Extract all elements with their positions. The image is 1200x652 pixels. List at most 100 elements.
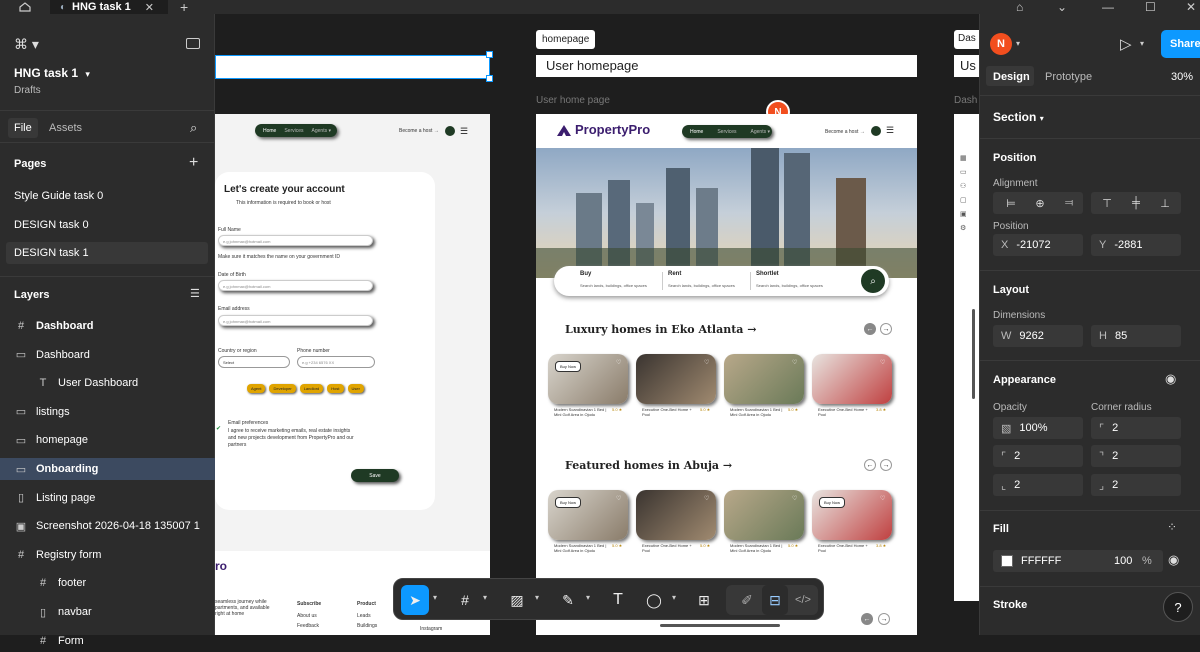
tab-file[interactable]: File: [14, 122, 32, 134]
property-card[interactable]: Buy Now ♡ Executive One-Bed Home + Pool 3.8…: [812, 490, 892, 570]
footer-buildings[interactable]: Buildings: [357, 623, 377, 629]
align-left-icon[interactable]: ⊨: [996, 192, 1026, 214]
favorite-heart-icon[interactable]: ♡: [704, 495, 709, 502]
page-item[interactable]: Style Guide task 0: [14, 190, 103, 202]
panel-toggle-icon[interactable]: [186, 38, 200, 49]
role-chip[interactable]: User: [347, 384, 364, 393]
design-mode-icon[interactable]: ⊟: [762, 585, 788, 615]
visibility-eye-icon[interactable]: ◉: [1165, 371, 1176, 387]
move-tool-icon[interactable]: ➤: [401, 585, 429, 615]
chevron-down-icon[interactable]: ▾: [433, 593, 437, 602]
corner-radius-input[interactable]: ⌜ 2: [1091, 417, 1181, 439]
homepage-frame[interactable]: PropertyPro Home Services Agents ▾ Becom…: [536, 114, 917, 635]
property-card[interactable]: ♡ Modern Scandinavian 1 Bed | Mini Golf A…: [724, 354, 804, 434]
favorite-heart-icon[interactable]: ♡: [704, 359, 709, 366]
buy-now-badge[interactable]: Buy Now: [555, 361, 582, 372]
frame-tool-icon[interactable]: #: [452, 585, 478, 615]
chevron-down-icon[interactable]: ▾: [672, 593, 676, 602]
checkbox-icon[interactable]: ✔: [216, 425, 221, 432]
layer-item[interactable]: # Dashboard: [0, 315, 215, 337]
property-card[interactable]: Buy Now ♡ Modern Scandinavian 1 Bed | Mini…: [548, 354, 628, 434]
dev-mode-icon[interactable]: </>: [790, 585, 816, 615]
resize-handle[interactable]: [486, 51, 493, 58]
layer-item[interactable]: T User Dashboard: [0, 372, 215, 394]
close-tab-icon[interactable]: ✕: [145, 1, 154, 14]
chevron-down-icon[interactable]: ▾: [586, 593, 590, 602]
role-chip[interactable]: Agent: [247, 384, 266, 393]
fill-swatch[interactable]: [1001, 555, 1013, 567]
prev-arrow-icon[interactable]: ←: [864, 323, 876, 335]
fill-styles-icon[interactable]: ⁘: [1167, 520, 1177, 534]
height-input[interactable]: H 85: [1091, 325, 1181, 347]
buy-now-badge[interactable]: Buy Now: [555, 497, 582, 508]
nav-agents[interactable]: Agents ▾: [751, 129, 770, 135]
notification-bell-icon[interactable]: ⌂: [1016, 0, 1023, 14]
canvas-scrollbar[interactable]: [972, 309, 975, 399]
footer-leads[interactable]: Leads: [357, 613, 371, 619]
chevron-down-icon[interactable]: ▾: [1016, 39, 1020, 48]
prev-arrow-icon[interactable]: ←: [864, 459, 876, 471]
corner-br-input[interactable]: ⌟ 2: [1091, 474, 1181, 496]
become-host-link[interactable]: Become a host →: [399, 128, 439, 134]
favorite-heart-icon[interactable]: ♡: [616, 359, 621, 366]
collapse-layers-icon[interactable]: ☰: [190, 287, 200, 300]
selected-text-frame[interactable]: [215, 55, 490, 79]
help-button[interactable]: ?: [1163, 592, 1193, 622]
user-avatar[interactable]: [445, 126, 455, 136]
align-right-icon[interactable]: ⫤: [1054, 192, 1084, 214]
fill-color-input[interactable]: FFFFFF 100 %: [993, 550, 1163, 572]
search-option[interactable]: Buy Search lands, buildings, office space…: [580, 271, 647, 288]
chevron-down-icon[interactable]: ⌄: [1057, 0, 1067, 14]
user-avatar[interactable]: N: [990, 33, 1012, 55]
search-icon[interactable]: ⌕: [861, 269, 885, 293]
favorite-heart-icon[interactable]: ♡: [792, 495, 797, 502]
corner-tl-input[interactable]: ⌜ 2: [993, 445, 1083, 467]
layer-item[interactable]: ▭ Onboarding: [0, 458, 215, 480]
search-option[interactable]: Rent Search lands, buildings, office spac…: [668, 271, 735, 288]
footer-instagram[interactable]: Instagram: [420, 626, 442, 632]
page-item-active[interactable]: DESIGN task 1: [14, 247, 89, 259]
align-middle-icon[interactable]: ╪: [1121, 192, 1151, 214]
align-center-h-icon[interactable]: ⊕: [1025, 192, 1055, 214]
minimize-icon[interactable]: —: [1102, 0, 1114, 14]
zoom-level[interactable]: 30%: [1171, 71, 1193, 83]
menu-icon[interactable]: ☰: [886, 125, 894, 136]
chevron-down-icon[interactable]: ▾: [1140, 39, 1144, 48]
become-host-link[interactable]: Become a host →: [825, 129, 865, 135]
x-position-input[interactable]: X -21072: [993, 234, 1083, 256]
close-window-icon[interactable]: ✕: [1186, 0, 1196, 14]
opacity-input[interactable]: ▧ 100%: [993, 417, 1083, 439]
corner-tr-input[interactable]: ⌝ 2: [1091, 445, 1181, 467]
nav-services[interactable]: Services: [717, 129, 736, 135]
file-name[interactable]: HNG task 1 ▾: [14, 66, 90, 80]
buy-now-badge[interactable]: Buy Now: [819, 497, 846, 508]
tab-design[interactable]: Design: [993, 71, 1030, 83]
share-button[interactable]: Share: [1161, 30, 1200, 58]
phone-input[interactable]: e.g +234 6576 XX: [297, 356, 375, 368]
visibility-eye-icon[interactable]: ◉: [1168, 552, 1179, 568]
add-page-icon[interactable]: +: [189, 154, 198, 172]
footer-feedback[interactable]: Feedback: [297, 623, 319, 629]
nav-home[interactable]: Home: [690, 129, 703, 135]
figma-menu-icon[interactable]: ⌘ ▾: [14, 36, 39, 53]
layer-item[interactable]: # Form: [0, 630, 215, 652]
favorite-heart-icon[interactable]: ♡: [616, 495, 621, 502]
align-top-icon[interactable]: ⊤: [1092, 192, 1122, 214]
pen-tool-icon[interactable]: ✎: [555, 585, 581, 615]
draw-mode-icon[interactable]: ✐: [734, 585, 760, 615]
dob-input[interactable]: e.g johnmax@hotmail.com: [218, 280, 373, 291]
search-bar[interactable]: Buy Search lands, buildings, office space…: [554, 266, 889, 296]
dashboard-title-frame[interactable]: Us: [954, 55, 979, 77]
role-chip[interactable]: Host: [327, 384, 344, 393]
property-card[interactable]: Buy Now ♡ Modern Scandinavian 1 Bed | Mini…: [548, 490, 628, 570]
role-chip[interactable]: Developer: [269, 384, 296, 393]
user-avatar[interactable]: [871, 126, 881, 136]
onboarding-frame[interactable]: Home Services Agents ▾ Become a host → ☰…: [215, 114, 490, 635]
section-title-luxury[interactable]: Luxury homes in Eko Atlanta →: [565, 323, 756, 336]
property-card[interactable]: ♡ Executive One-Bed Home + Pool 5.0 ★: [636, 354, 716, 434]
section-dropdown[interactable]: Section ▾: [993, 110, 1044, 124]
full-name-input[interactable]: e.g johnmax@hotmail.com: [218, 235, 373, 246]
comment-tool-icon[interactable]: ◯: [641, 585, 667, 615]
section-title-featured[interactable]: Featured homes in Abuja →: [565, 459, 732, 472]
present-play-icon[interactable]: ▷: [1120, 35, 1132, 53]
